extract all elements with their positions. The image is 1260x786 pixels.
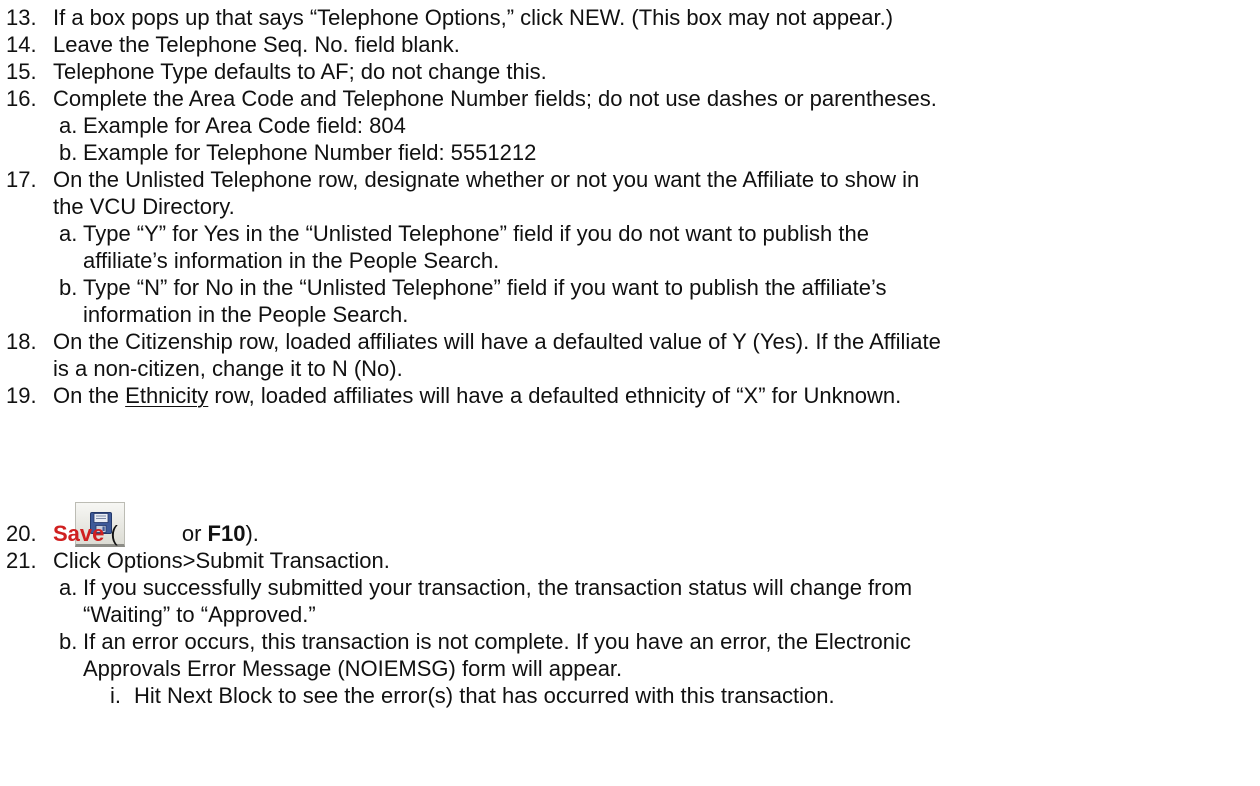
step-number: 15.: [6, 59, 37, 84]
step-16a: a. Example for Area Code field: 804: [59, 112, 406, 139]
substep-letter: a.: [59, 113, 78, 138]
substep-text: If you successfully submitted your trans…: [83, 575, 913, 600]
substep-letter: b.: [59, 629, 78, 654]
step-17b-continuation: information in the People Search.: [83, 302, 409, 327]
step-17-continuation: the VCU Directory.: [53, 194, 235, 219]
step-17: 17. On the Unlisted Telephone row, design…: [6, 166, 919, 193]
step-number: 21.: [6, 548, 37, 573]
save-label: Save: [53, 521, 105, 546]
substep-letter: a.: [59, 221, 78, 246]
step-16b: b. Example for Telephone Number field: 55…: [59, 139, 536, 166]
step-16: 16. Complete the Area Code and Telephone …: [6, 85, 937, 112]
step-15: 15. Telephone Type defaults to AF; do not…: [6, 58, 547, 85]
step-19: 19. On the Ethnicity row, loaded affiliat…: [6, 382, 901, 409]
step-21a-continuation: “Waiting” to “Approved.”: [83, 602, 316, 627]
step-13: 13. If a box pops up that says “Telephone…: [6, 4, 893, 31]
step-21b-continuation: Approvals Error Message (NOIEMSG) form w…: [83, 656, 623, 681]
subsubstep-text: Hit Next Block to see the error(s) that …: [134, 683, 835, 708]
step-text-underlined: Ethnicity: [125, 383, 209, 408]
step-21b: b. If an error occurs, this transaction i…: [59, 628, 911, 655]
step-21a: a. If you successfully submitted your tra…: [59, 574, 912, 601]
step-17a: a. Type “Y” for Yes in the “Unlisted Tele…: [59, 220, 869, 247]
step-text: On the Citizenship row, loaded affiliate…: [53, 329, 941, 354]
substep-letter: b.: [59, 275, 78, 300]
step-number: 14.: [6, 32, 37, 57]
step-17b: b. Type “N” for No in the “Unlisted Telep…: [59, 274, 886, 301]
step-number: 20.: [6, 521, 37, 546]
step-21b-i: i. Hit Next Block to see the error(s) tha…: [110, 682, 835, 709]
step-text: Complete the Area Code and Telephone Num…: [53, 86, 937, 111]
step-text: If a box pops up that says “Telephone Op…: [53, 5, 894, 30]
substep-letter: b.: [59, 140, 78, 165]
step-number: 17.: [6, 167, 37, 192]
substep-text: Type “N” for No in the “Unlisted Telepho…: [83, 275, 887, 300]
close-text: ).: [245, 521, 259, 546]
step-number: 16.: [6, 86, 37, 111]
step-17a-continuation: affiliate’s information in the People Se…: [83, 248, 500, 273]
step-text-after: row, loaded affiliates will have a defau…: [208, 383, 902, 408]
substep-letter: a.: [59, 575, 78, 600]
substep-text: Type “Y” for Yes in the “Unlisted Teleph…: [83, 221, 869, 246]
step-18: 18. On the Citizenship row, loaded affili…: [6, 328, 941, 355]
step-number: 18.: [6, 329, 37, 354]
step-text-before: On the: [53, 383, 126, 408]
step-20: 20. Save ( or F10).: [6, 520, 259, 547]
step-18-continuation: is a non-citizen, change it to N (No).: [53, 356, 403, 381]
step-14: 14. Leave the Telephone Seq. No. field bl…: [6, 31, 460, 58]
substep-text: Example for Area Code field: 804: [83, 113, 406, 138]
substep-text: If an error occurs, this transaction is …: [83, 629, 911, 654]
or-text: or: [181, 521, 202, 546]
step-21: 21. Click Options>Submit Transaction.: [6, 547, 390, 574]
step-text: Click Options>Submit Transaction.: [53, 548, 390, 573]
step-text: Telephone Type defaults to AF; do not ch…: [53, 59, 547, 84]
substep-text: Example for Telephone Number field: 5551…: [83, 140, 537, 165]
step-text: On the Unlisted Telephone row, designate…: [53, 167, 920, 192]
subsubstep-numeral: i.: [110, 683, 121, 708]
step-number: 19.: [6, 383, 37, 408]
f10-key: F10: [207, 521, 246, 546]
step-text: Leave the Telephone Seq. No. field blank…: [53, 32, 460, 57]
step-number: 13.: [6, 5, 37, 30]
open-paren: (: [110, 521, 118, 546]
